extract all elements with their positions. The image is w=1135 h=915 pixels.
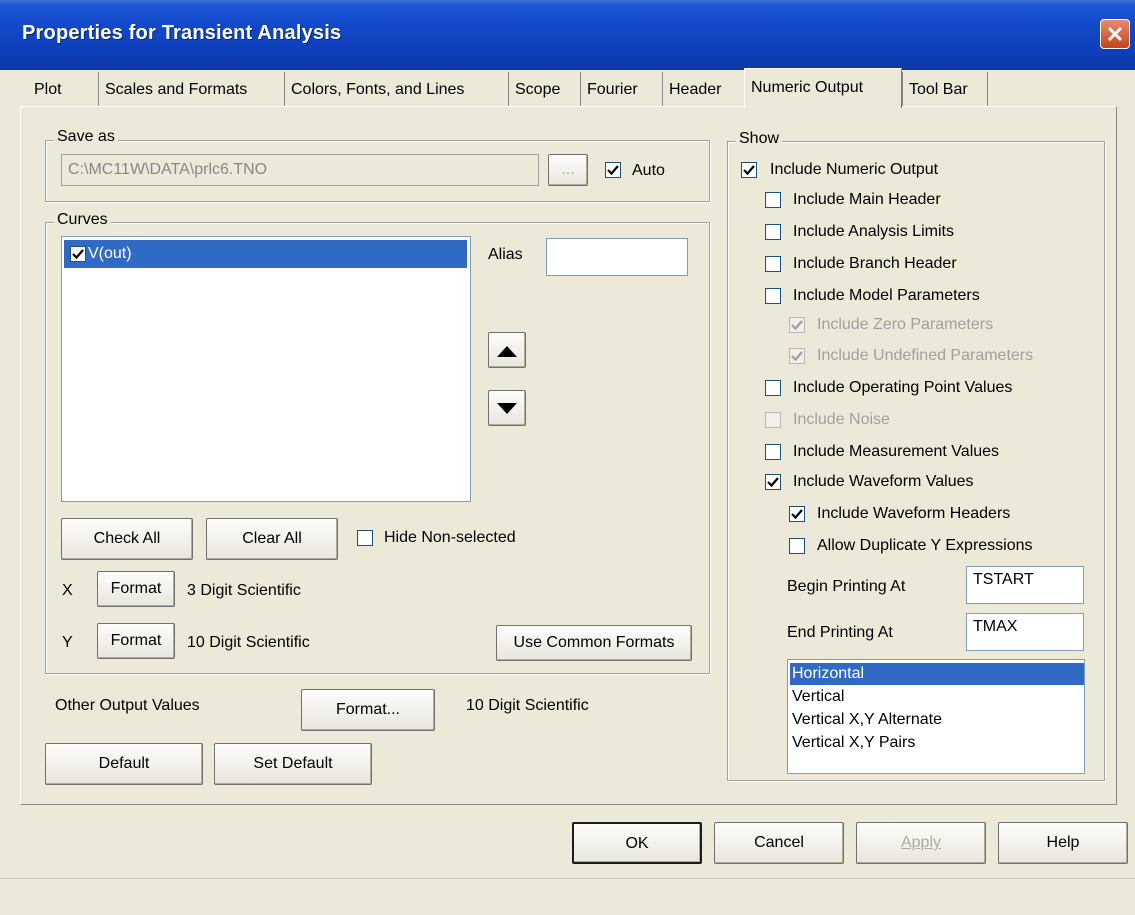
allow-duplicate-y-expressions-label: Allow Duplicate Y Expressions bbox=[817, 537, 1033, 554]
include-noise-checkbox bbox=[765, 412, 781, 428]
include-branch-header-checkbox[interactable] bbox=[765, 256, 781, 272]
tab-tool-bar[interactable]: Tool Bar bbox=[902, 72, 988, 106]
close-icon bbox=[1107, 26, 1123, 42]
include-numeric-output-checkbox[interactable] bbox=[741, 162, 757, 178]
status-bar bbox=[0, 878, 1135, 915]
alias-label: Alias bbox=[488, 246, 523, 263]
curve-checkbox[interactable] bbox=[70, 246, 86, 262]
tab-plot[interactable]: Plot bbox=[28, 72, 98, 106]
alias-input[interactable] bbox=[546, 238, 688, 276]
other-output-format-value: 10 Digit Scientific bbox=[466, 697, 589, 714]
include-numeric-output-label: Include Numeric Output bbox=[770, 161, 939, 178]
check-all-button[interactable]: Check All bbox=[61, 518, 193, 560]
auto-label: Auto bbox=[632, 162, 665, 179]
include-analysis-limits-label: Include Analysis Limits bbox=[793, 223, 954, 240]
arrow-up-icon bbox=[497, 346, 517, 357]
include-measurement-values-checkbox[interactable] bbox=[765, 444, 781, 460]
set-default-button[interactable]: Set Default bbox=[214, 743, 372, 785]
y-format-button[interactable]: Format bbox=[97, 623, 175, 659]
hide-non-selected-label: Hide Non-selected bbox=[384, 529, 516, 546]
include-zero-parameters-label: Include Zero Parameters bbox=[817, 316, 994, 333]
default-button[interactable]: Default bbox=[45, 743, 203, 785]
tab-fourier[interactable]: Fourier bbox=[580, 72, 662, 106]
list-item[interactable]: Vertical X,Y Alternate bbox=[790, 709, 942, 731]
x-format-value: 3 Digit Scientific bbox=[187, 582, 301, 599]
include-undefined-parameters-label: Include Undefined Parameters bbox=[817, 347, 1034, 364]
include-zero-parameters-checkbox bbox=[789, 317, 805, 333]
tab-colors-fonts-lines[interactable]: Colors, Fonts, and Lines bbox=[284, 72, 508, 106]
tab-header[interactable]: Header bbox=[662, 72, 744, 106]
auto-checkbox[interactable] bbox=[605, 162, 621, 178]
cancel-button[interactable]: Cancel bbox=[714, 822, 844, 864]
include-main-header-label: Include Main Header bbox=[793, 191, 941, 208]
list-item[interactable]: V(out) bbox=[64, 240, 467, 268]
arrow-down-icon bbox=[497, 403, 517, 414]
save-as-label: Save as bbox=[54, 128, 118, 146]
window-title: Properties for Transient Analysis bbox=[22, 22, 342, 44]
output-layout-list[interactable]: Horizontal Vertical Vertical X,Y Alterna… bbox=[787, 659, 1085, 774]
include-model-parameters-label: Include Model Parameters bbox=[793, 287, 980, 304]
y-format-value: 10 Digit Scientific bbox=[187, 634, 310, 651]
include-noise-label: Include Noise bbox=[793, 411, 890, 428]
help-button[interactable]: Help bbox=[998, 822, 1128, 864]
curves-list[interactable]: V(out) bbox=[61, 236, 471, 502]
end-printing-input[interactable]: TMAX bbox=[966, 613, 1084, 651]
hide-non-selected-checkbox[interactable] bbox=[357, 530, 373, 546]
include-waveform-values-label: Include Waveform Values bbox=[793, 473, 974, 490]
show-label: Show bbox=[736, 130, 783, 148]
include-measurement-values-label: Include Measurement Values bbox=[793, 443, 1000, 460]
include-analysis-limits-checkbox[interactable] bbox=[765, 224, 781, 240]
clear-all-button[interactable]: Clear All bbox=[206, 518, 338, 560]
other-output-label: Other Output Values bbox=[55, 697, 200, 714]
save-as-path-field: C:\MC11W\DATA\prlc6.TNO bbox=[61, 154, 539, 186]
list-item[interactable]: Vertical X,Y Pairs bbox=[790, 732, 915, 754]
include-waveform-headers-checkbox[interactable] bbox=[789, 506, 805, 522]
include-undefined-parameters-checkbox bbox=[789, 348, 805, 364]
tab-numeric-output[interactable]: Numeric Output bbox=[744, 68, 902, 108]
use-common-formats-button[interactable]: Use Common Formats bbox=[496, 625, 692, 661]
x-axis-label: X bbox=[62, 582, 73, 599]
ok-button[interactable]: OK bbox=[572, 822, 702, 864]
x-format-button[interactable]: Format bbox=[97, 571, 175, 607]
begin-printing-input[interactable]: TSTART bbox=[966, 566, 1084, 604]
move-down-button[interactable] bbox=[488, 390, 526, 426]
include-waveform-headers-label: Include Waveform Headers bbox=[817, 505, 1011, 522]
browse-button: ... bbox=[548, 154, 588, 186]
allow-duplicate-y-expressions-checkbox[interactable] bbox=[789, 538, 805, 554]
tab-scales-and-formats[interactable]: Scales and Formats bbox=[98, 72, 284, 106]
include-operating-point-values-label: Include Operating Point Values bbox=[793, 379, 1013, 396]
include-waveform-values-checkbox[interactable] bbox=[765, 474, 781, 490]
include-model-parameters-checkbox[interactable] bbox=[765, 288, 781, 304]
list-item[interactable]: Vertical bbox=[790, 686, 844, 708]
tab-scope[interactable]: Scope bbox=[508, 72, 580, 106]
y-axis-label: Y bbox=[62, 634, 73, 651]
end-printing-label: End Printing At bbox=[787, 624, 893, 641]
include-branch-header-label: Include Branch Header bbox=[793, 255, 957, 272]
include-operating-point-values-checkbox[interactable] bbox=[765, 380, 781, 396]
close-button[interactable] bbox=[1100, 19, 1130, 49]
list-item[interactable]: Horizontal bbox=[790, 663, 1084, 685]
curves-label: Curves bbox=[54, 211, 111, 229]
move-up-button[interactable] bbox=[488, 332, 526, 368]
begin-printing-label: Begin Printing At bbox=[787, 578, 906, 595]
include-main-header-checkbox[interactable] bbox=[765, 192, 781, 208]
apply-button: Apply bbox=[856, 822, 986, 864]
other-output-format-button[interactable]: Format... bbox=[301, 689, 435, 731]
curve-label: V(out) bbox=[88, 245, 132, 262]
